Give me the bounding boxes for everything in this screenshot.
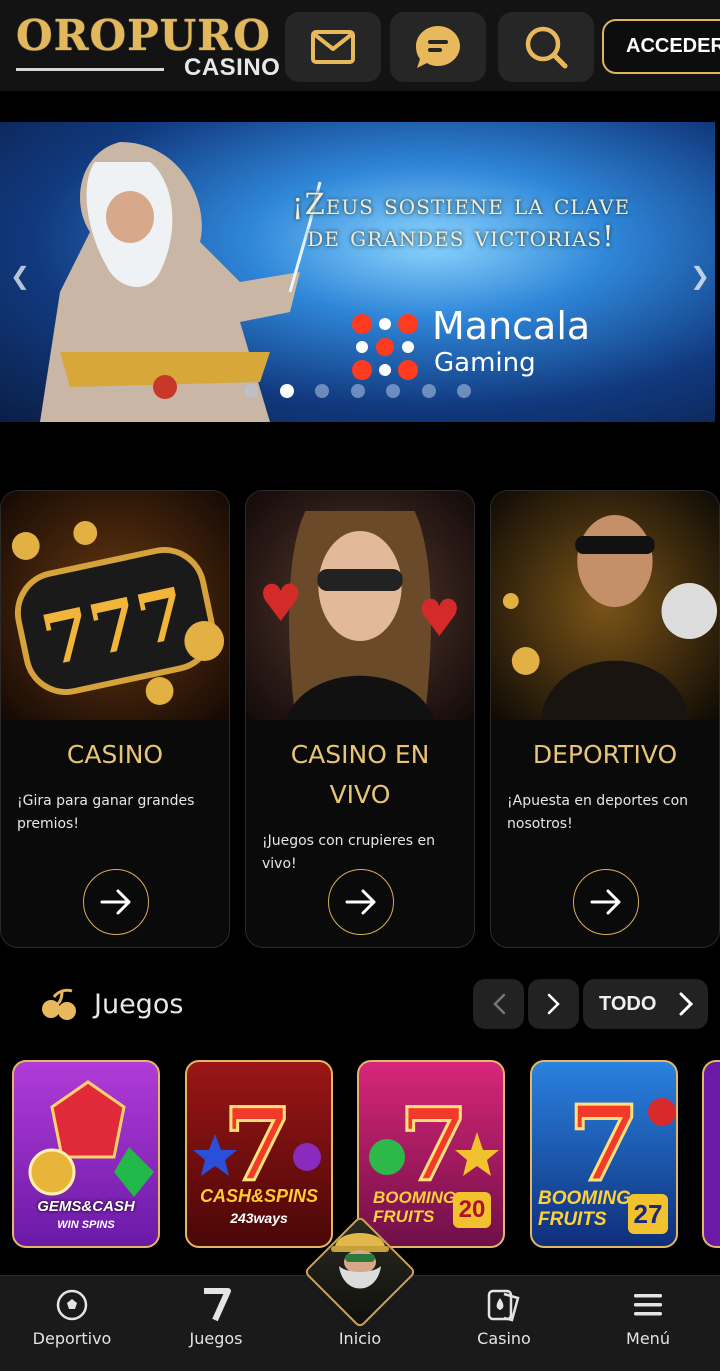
games-section-header: Juegos xyxy=(40,982,183,1026)
nav-label: Juegos xyxy=(189,1329,243,1348)
arrow-right-icon xyxy=(345,889,376,915)
category-go-button[interactable] xyxy=(328,869,394,935)
top-header: OROPURO CASINO ACCEDER xyxy=(0,0,720,91)
games-section-title: Juegos xyxy=(94,988,184,1020)
game-tile[interactable]: 7 CASH&SPINS 243ways xyxy=(185,1060,333,1248)
sports-star-image xyxy=(491,491,719,720)
game-tile[interactable]: 7 BOOMING FRUITS 27 xyxy=(530,1060,678,1248)
nav-label: Inicio xyxy=(338,1329,382,1348)
chat-icon xyxy=(416,26,460,68)
svg-text:7: 7 xyxy=(568,1082,640,1205)
banner-title: ¡Zeus sostiene la clave de grandes victo… xyxy=(236,188,686,252)
site-logo[interactable]: OROPURO CASINO xyxy=(16,10,286,84)
games-prev-button[interactable] xyxy=(473,979,524,1029)
nav-deportivo[interactable]: Deportivo xyxy=(12,1285,132,1348)
banner-dot[interactable] xyxy=(244,384,258,398)
view-all-games-button[interactable]: TODO xyxy=(583,979,708,1029)
category-card-live-casino[interactable]: CASINO EN VIVO ¡Juegos con crupieres en … xyxy=(245,490,475,948)
menu-icon xyxy=(634,1294,662,1316)
nav-casino[interactable]: Casino xyxy=(444,1285,564,1348)
category-card-casino[interactable]: 777 CASINO ¡Gira para ganar grandes prem… xyxy=(0,490,230,948)
banner-dot[interactable] xyxy=(421,384,436,398)
banner-brand-name: Mancala xyxy=(432,304,591,348)
view-all-label: TODO xyxy=(599,992,657,1015)
logo-underline xyxy=(16,68,164,71)
mail-icon xyxy=(311,30,355,64)
game-badge: 20 xyxy=(453,1192,491,1228)
nav-juegos[interactable]: Juegos xyxy=(156,1285,276,1348)
banner-dot-active[interactable] xyxy=(279,384,294,398)
banner-title-line2: de grandes victorias! xyxy=(307,219,615,253)
category-card-sports[interactable]: DEPORTIVO ¡Apuesta en deportes con nosot… xyxy=(490,490,720,948)
logo-sub-text: CASINO xyxy=(184,54,281,81)
game-tile-partial[interactable] xyxy=(702,1060,720,1248)
banner-pagination xyxy=(244,384,493,398)
cherries-icon xyxy=(42,988,76,1020)
mancala-logo-icon xyxy=(352,314,418,380)
banner-brand-sub: Gaming xyxy=(434,348,536,378)
banner-title-line1: ¡Zeus sostiene la clave xyxy=(291,187,631,221)
banner-dot[interactable] xyxy=(315,384,329,398)
mail-button[interactable] xyxy=(285,12,381,82)
search-button[interactable] xyxy=(498,12,594,82)
login-button[interactable]: ACCEDER xyxy=(602,19,720,74)
game-tile[interactable]: GEMS&CASH WIN SPINS xyxy=(12,1060,160,1248)
seven-icon xyxy=(204,1288,231,1322)
category-title: CASINO xyxy=(66,740,164,769)
nav-label: Deportivo xyxy=(32,1329,112,1348)
chevron-left-icon xyxy=(492,993,505,1015)
banner-next-arrow[interactable]: ❯ xyxy=(690,262,710,290)
nav-label: Casino xyxy=(477,1329,531,1348)
game-badge: 27 xyxy=(628,1194,668,1234)
chevron-right-icon xyxy=(679,992,694,1016)
search-icon xyxy=(525,26,568,69)
banner-dot[interactable] xyxy=(457,384,471,398)
category-go-button[interactable] xyxy=(573,869,639,935)
nav-menu[interactable]: Menú xyxy=(588,1285,708,1348)
game-title: GEMS&CASH xyxy=(37,1198,135,1215)
banner-dot[interactable] xyxy=(350,384,365,398)
chevron-right-icon xyxy=(547,993,560,1015)
banner-prev-arrow[interactable]: ❮ xyxy=(10,262,30,290)
zeus-illustration xyxy=(40,142,322,422)
category-desc: ¡Gira para ganar grandes premios! xyxy=(17,793,195,832)
arrow-right-icon xyxy=(590,889,621,915)
category-desc: ¡Apuesta en deportes con nosotros! xyxy=(507,793,689,832)
game-subtitle: 243ways xyxy=(230,1210,288,1226)
soccer-ball-icon xyxy=(56,1289,88,1321)
nav-inicio[interactable]: Inicio xyxy=(300,1285,420,1348)
games-next-button[interactable] xyxy=(528,979,579,1029)
banner-dot[interactable] xyxy=(386,384,400,398)
live-dealer-image xyxy=(246,491,474,720)
nav-label: Menú xyxy=(626,1329,670,1348)
category-go-button[interactable] xyxy=(83,869,149,935)
promo-banner[interactable]: ¡Zeus sostiene la clave de grandes victo… xyxy=(0,122,715,422)
category-title: CASINO EN VIVO xyxy=(290,740,430,809)
slot-machine-image: 777 xyxy=(1,491,229,720)
game-title: CASH&SPINS xyxy=(199,1186,319,1206)
cards-icon xyxy=(487,1289,520,1322)
category-title: DEPORTIVO xyxy=(532,740,678,769)
game-subtitle: WIN SPINS xyxy=(57,1219,115,1231)
arrow-right-icon xyxy=(100,889,131,915)
chat-button[interactable] xyxy=(390,12,486,82)
svg-text:7: 7 xyxy=(399,1086,469,1204)
